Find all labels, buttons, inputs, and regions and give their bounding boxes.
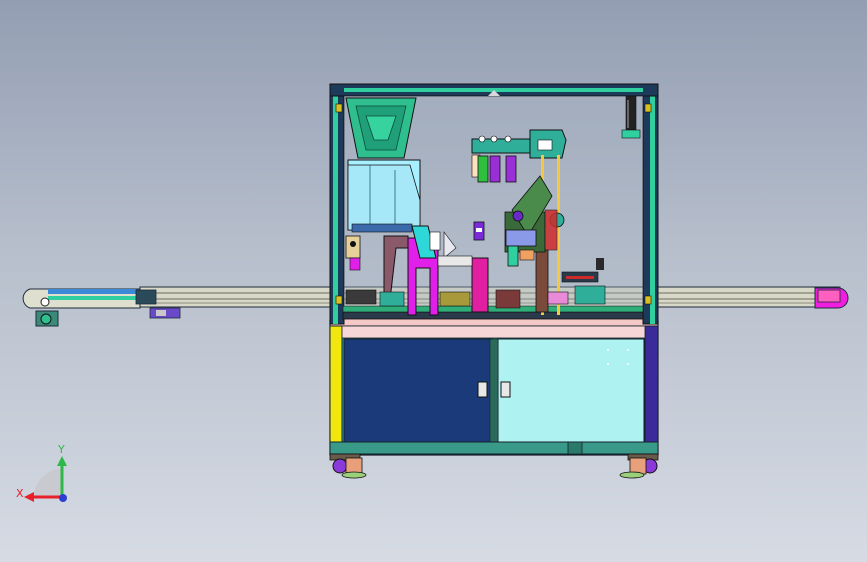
cabinet-left-side-panel <box>329 325 343 451</box>
triad-plane-xy <box>34 469 62 497</box>
gripper-cylinder-3 <box>505 155 517 183</box>
triad-x-label: X <box>16 487 24 500</box>
right-door-handle[interactable] <box>500 381 511 398</box>
gripper-cylinder-2 <box>489 155 501 183</box>
conveyor-belt-top-strip <box>48 289 136 294</box>
gripper-cylinder-1 <box>477 155 489 183</box>
cabinet-right-door[interactable] <box>497 338 645 443</box>
left-door-handle[interactable] <box>477 381 488 398</box>
cabinet-right-side-panel <box>644 325 659 451</box>
triad-z-axis <box>59 494 67 502</box>
gantry-guide-rod-right <box>557 155 560 315</box>
machine-cabinet[interactable] <box>329 317 659 456</box>
magenta-slide-block <box>471 257 489 313</box>
triad-y-label: Y <box>58 443 65 456</box>
frame-mid-beam <box>342 311 644 320</box>
cad-viewport[interactable]: X Y <box>0 0 867 562</box>
coordinate-triad[interactable] <box>24 456 67 502</box>
cabinet-left-door[interactable] <box>343 338 493 443</box>
leveling-feet <box>329 453 659 479</box>
cabinet-base-rail <box>329 441 659 455</box>
machine-model-3d-view[interactable] <box>0 0 867 562</box>
